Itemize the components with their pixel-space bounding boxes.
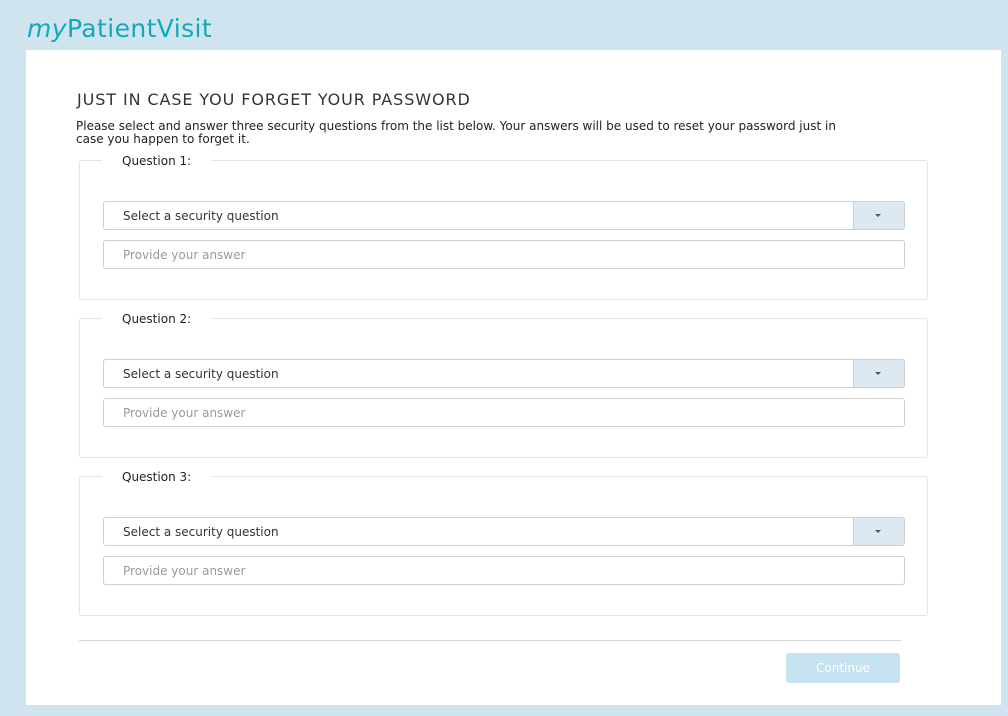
question-2-select[interactable]: Select a security question bbox=[103, 359, 905, 388]
question-1-answer-input[interactable] bbox=[103, 240, 905, 269]
question-1-group: Question 1: Select a security question bbox=[79, 154, 928, 300]
divider bbox=[79, 640, 901, 641]
logo-name: PatientVisit bbox=[66, 14, 213, 43]
question-3-select[interactable]: Select a security question bbox=[103, 517, 905, 546]
question-2-group: Question 2: Select a security question bbox=[79, 312, 928, 458]
app-logo: myPatientVisit bbox=[27, 14, 212, 43]
chevron-down-icon bbox=[875, 530, 881, 533]
question-3-label: Question 3: bbox=[102, 470, 212, 484]
security-questions-card: JUST IN CASE YOU FORGET YOUR PASSWORD Pl… bbox=[26, 50, 1001, 705]
question-3-select-text: Select a security question bbox=[123, 525, 279, 539]
question-3-answer-input[interactable] bbox=[103, 556, 905, 585]
question-1-select-text: Select a security question bbox=[123, 209, 279, 223]
continue-button[interactable]: Continue bbox=[786, 653, 900, 683]
chevron-down-icon bbox=[875, 372, 881, 375]
question-1-label: Question 1: bbox=[102, 154, 212, 168]
question-2-select-text: Select a security question bbox=[123, 367, 279, 381]
intro-text: Please select and answer three security … bbox=[76, 119, 836, 146]
page-title: JUST IN CASE YOU FORGET YOUR PASSWORD bbox=[77, 90, 471, 109]
top-bar: myPatientVisit bbox=[0, 0, 1008, 50]
question-3-dropdown-button[interactable] bbox=[853, 518, 904, 545]
question-1-select[interactable]: Select a security question bbox=[103, 201, 905, 230]
question-2-dropdown-button[interactable] bbox=[853, 360, 904, 387]
question-2-answer-input[interactable] bbox=[103, 398, 905, 427]
question-3-group: Question 3: Select a security question bbox=[79, 470, 928, 616]
logo-prefix: my bbox=[27, 14, 67, 43]
chevron-down-icon bbox=[875, 214, 881, 217]
question-1-dropdown-button[interactable] bbox=[853, 202, 904, 229]
question-2-label: Question 2: bbox=[102, 312, 212, 326]
